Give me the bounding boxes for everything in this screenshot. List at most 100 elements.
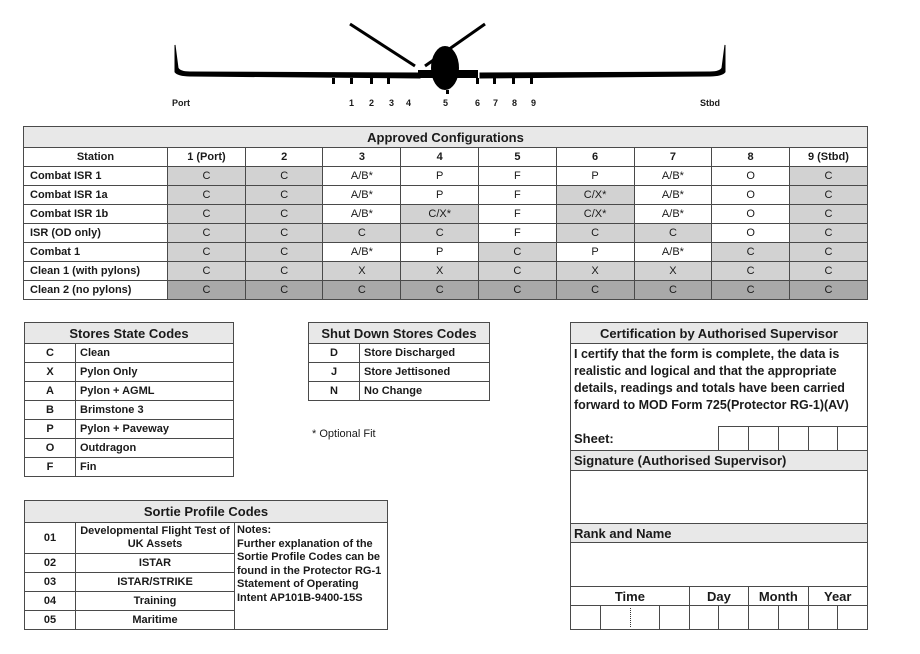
shutdown-stores-codes-table: Shut Down Stores Codes D Store Discharged… xyxy=(308,322,490,401)
station-cell: C xyxy=(166,261,246,281)
year-digit-box[interactable] xyxy=(807,605,839,630)
code: C xyxy=(24,343,76,363)
station-cell: A/B* xyxy=(633,242,713,262)
sheet-label: Sheet: xyxy=(569,426,720,451)
column-header: 3 xyxy=(322,147,402,167)
station-cell: C xyxy=(322,223,402,243)
station-cell: C xyxy=(711,242,790,262)
time-digit-box[interactable] xyxy=(659,605,690,630)
code-description: Store Discharged xyxy=(359,343,490,363)
sortie-description: Maritime xyxy=(75,610,235,630)
configuration-row: Combat 1 C C A/B* P C P A/B* C C xyxy=(23,242,869,262)
sheet-box[interactable] xyxy=(777,426,809,451)
sortie-code: 04 xyxy=(24,591,76,611)
month-digit-box[interactable] xyxy=(748,605,779,630)
station-cell: C xyxy=(166,166,246,186)
code-description: Fin xyxy=(75,457,234,477)
code-row: C Clean xyxy=(24,343,234,363)
station-cell: A/B* xyxy=(322,166,402,186)
year-digit-box[interactable] xyxy=(837,605,868,630)
code-description: Store Jettisoned xyxy=(359,362,490,382)
station-cell: C xyxy=(633,280,713,300)
station-number: 6 xyxy=(475,98,481,108)
station-cell: C xyxy=(244,166,324,186)
configuration-row: Combat ISR 1a C C A/B* P F C/X* A/B* O C xyxy=(23,185,869,205)
station-cell: O xyxy=(711,166,790,186)
station-cell: C xyxy=(166,185,246,205)
sheet-box[interactable] xyxy=(718,426,750,451)
sortie-notes: Notes: Further explanation of the Sortie … xyxy=(234,522,388,630)
configuration-name: Combat ISR 1a xyxy=(23,185,168,205)
station-cell: O xyxy=(711,204,790,224)
station-cell: C xyxy=(166,204,246,224)
column-header: 1 (Port) xyxy=(166,147,246,167)
station-number: 3 xyxy=(389,98,395,108)
station-cell: C xyxy=(788,223,869,243)
station-number: 8 xyxy=(512,98,518,108)
station-cell: O xyxy=(711,223,790,243)
day-label: Day xyxy=(688,586,750,606)
code-row: X Pylon Only xyxy=(24,362,234,382)
station-cell: A/B* xyxy=(633,166,713,186)
code-description: Pylon + AGML xyxy=(75,381,234,401)
day-digit-box[interactable] xyxy=(688,605,720,630)
station-cell: F xyxy=(478,185,557,205)
configuration-row: Combat ISR 1 C C A/B* P F P A/B* O C xyxy=(23,166,869,186)
code-row: D Store Discharged xyxy=(308,343,490,363)
station-cell: C/X* xyxy=(555,204,635,224)
configuration-row: Clean 2 (no pylons) C C C C C C C C C xyxy=(23,280,869,300)
notes-title: Notes: xyxy=(237,524,272,536)
configuration-row: Combat ISR 1b C C A/B* C/X* F C/X* A/B* O C xyxy=(23,204,869,224)
time-digit-box[interactable] xyxy=(599,605,661,630)
column-header: 7 xyxy=(633,147,713,167)
sortie-code: 03 xyxy=(24,572,76,592)
station-number: 2 xyxy=(369,98,375,108)
sheet-box[interactable] xyxy=(837,426,868,451)
code-description: Clean xyxy=(75,343,234,363)
station-cell: A/B* xyxy=(633,204,713,224)
station-cell: C xyxy=(555,280,635,300)
sheet-box[interactable] xyxy=(807,426,839,451)
code-description: Pylon + Paveway xyxy=(75,419,234,439)
station-cell: A/B* xyxy=(633,185,713,205)
station-cell: X xyxy=(633,261,713,281)
signature-field[interactable] xyxy=(570,470,868,524)
code: D xyxy=(308,343,360,363)
station-cell: A/B* xyxy=(322,185,402,205)
code: P xyxy=(24,419,76,439)
station-cell: A/B* xyxy=(322,242,402,262)
time-separator-icon xyxy=(629,608,631,627)
year-label: Year xyxy=(807,586,868,606)
aircraft-diagram xyxy=(174,22,726,94)
station-number: 1 xyxy=(349,98,355,108)
station-cell: C/X* xyxy=(555,185,635,205)
sortie-row: 01 Developmental Flight Test of UK Assets… xyxy=(24,522,388,630)
configuration-name: ISR (OD only) xyxy=(23,223,168,243)
station-cell: C xyxy=(711,280,790,300)
code-row: P Pylon + Paveway xyxy=(24,419,234,439)
configuration-row: Clean 1 (with pylons) C C X X C X X C C xyxy=(23,261,869,281)
column-header: 4 xyxy=(400,147,480,167)
configuration-name: Clean 1 (with pylons) xyxy=(23,261,168,281)
sortie-description: Training xyxy=(75,591,235,611)
notes-text: Further explanation of the Sortie Profil… xyxy=(237,537,382,604)
station-number: 7 xyxy=(493,98,499,108)
day-digit-box[interactable] xyxy=(718,605,750,630)
code-description: Pylon Only xyxy=(75,362,234,382)
station-cell: P xyxy=(555,166,635,186)
sheet-box[interactable] xyxy=(748,426,779,451)
time-digit-box[interactable] xyxy=(570,605,601,630)
configuration-row: ISR (OD only) C C C C F C C O C xyxy=(23,223,869,243)
code: B xyxy=(24,400,76,420)
station-cell: C xyxy=(555,223,635,243)
column-header: 9 (Stbd) xyxy=(788,147,869,167)
rank-name-field[interactable] xyxy=(570,542,868,587)
code-description: No Change xyxy=(359,381,490,401)
code-description: Outdragon xyxy=(75,438,234,458)
configuration-name: Clean 2 (no pylons) xyxy=(23,280,168,300)
month-digit-box[interactable] xyxy=(777,605,809,630)
station-cell: X xyxy=(322,261,402,281)
code: A xyxy=(24,381,76,401)
configuration-name: Combat 1 xyxy=(23,242,168,262)
code-row: F Fin xyxy=(24,457,234,477)
